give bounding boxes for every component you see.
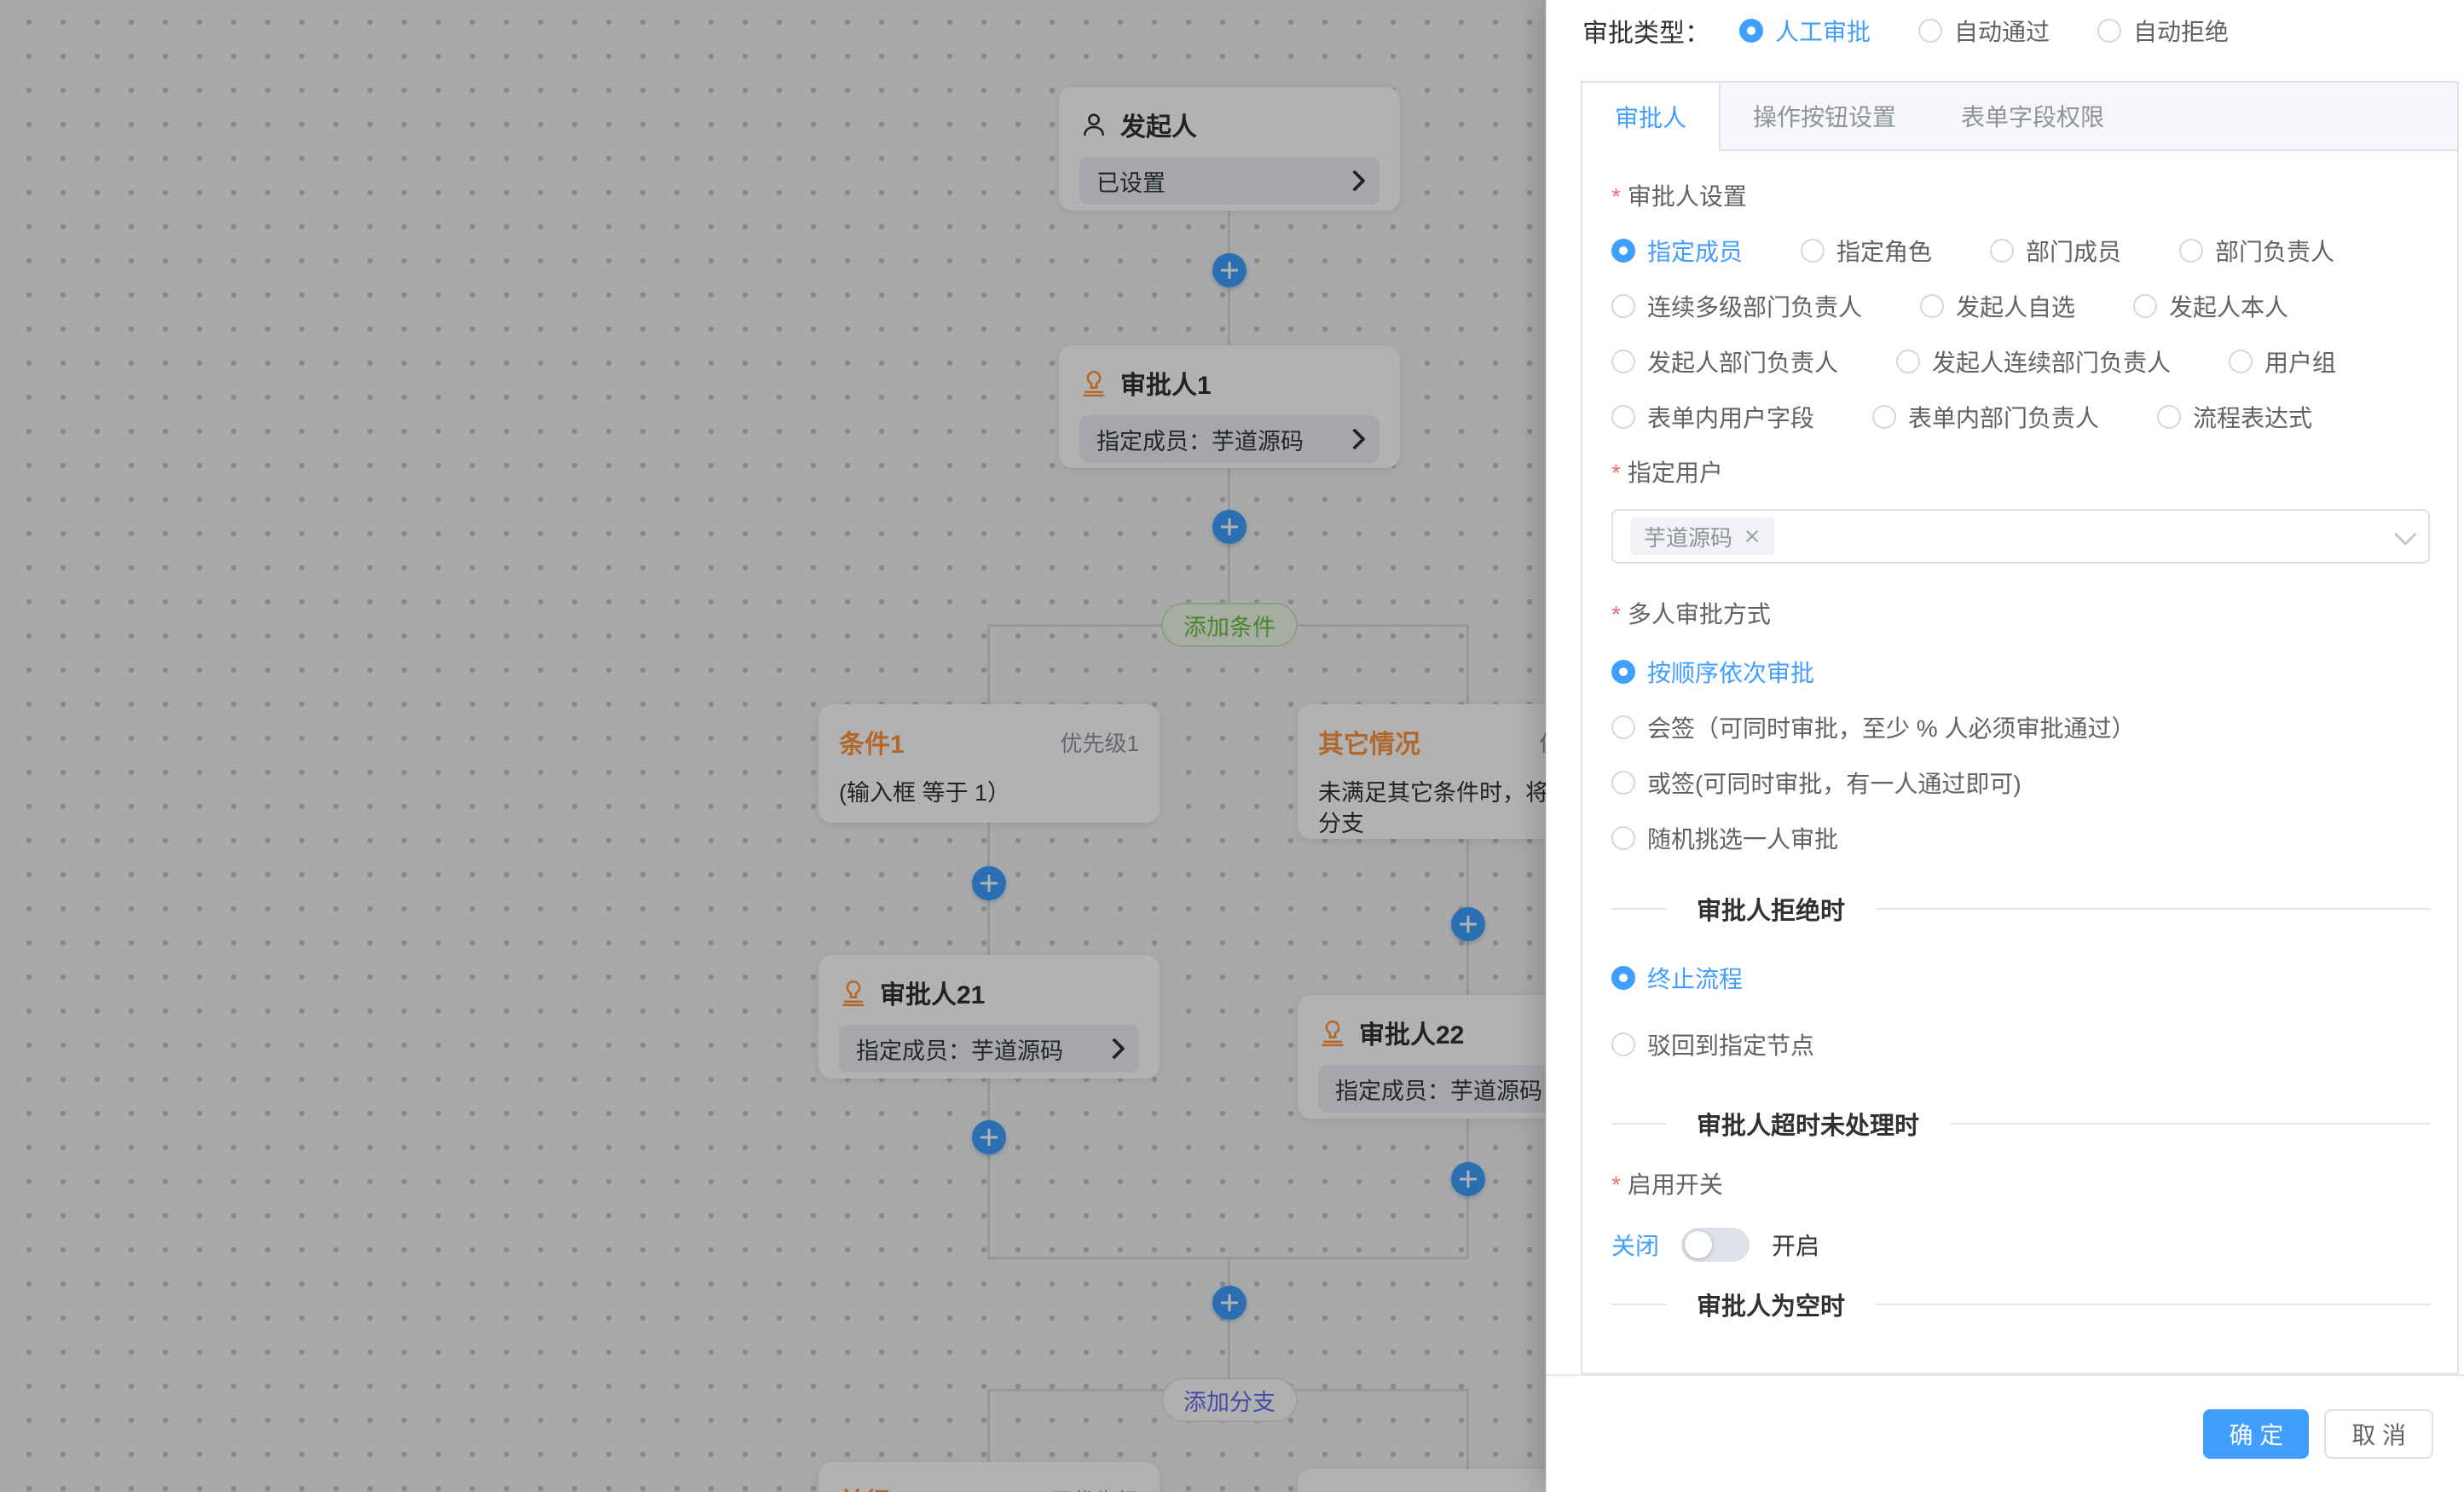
approver-settings-drawer: 审批类型： 人工审批 自动通过 自动拒绝 审批人 操作按钮设置	[1546, 0, 2464, 1492]
radio-icon	[1611, 350, 1635, 373]
radio-icon	[1611, 966, 1635, 990]
radio-sequential-approve[interactable]: 按顺序依次审批	[1611, 654, 2430, 690]
approver-setting-label: * 审批人设置	[1611, 180, 2430, 214]
radio-icon	[1611, 405, 1635, 429]
reject-section-divider: 审批人拒绝时	[1611, 892, 2430, 926]
tab-button-settings[interactable]: 操作按钮设置	[1721, 83, 1929, 149]
radio-form-user-field[interactable]: 表单内用户字段	[1611, 400, 1814, 434]
radio-icon	[1920, 294, 1944, 318]
radio-manual-approve[interactable]: 人工审批	[1739, 14, 1871, 48]
radio-auto-reject[interactable]: 自动拒绝	[2097, 14, 2229, 48]
remove-tag-icon[interactable]	[1743, 527, 1761, 546]
radio-icon	[1611, 1032, 1635, 1056]
chevron-down-icon	[2394, 523, 2417, 546]
radio-countersign[interactable]: 会签（可同时审批，至少 % 人必须审批通过）	[1611, 709, 2430, 745]
assign-user-select[interactable]: 芋道源码	[1611, 509, 2430, 564]
radio-icon	[2229, 350, 2253, 373]
switch-knob	[1685, 1231, 1712, 1258]
radio-icon	[1611, 826, 1635, 850]
radio-icon	[2097, 19, 2121, 43]
radio-starter-self[interactable]: 发起人本人	[2133, 289, 2288, 323]
settings-tabs: 审批人 操作按钮设置 表单字段权限 * 审批人设置 指定成员 指定角色	[1581, 81, 2459, 1374]
confirm-button[interactable]: 确 定	[2203, 1409, 2309, 1459]
approver-tab-pane[interactable]: * 审批人设置 指定成员 指定角色 部门成员 部门负责人	[1582, 151, 2457, 1327]
workflow-designer: 发起人 已设置 审批人1 指定成员：芋道源码 添	[0, 0, 2464, 1492]
radio-icon	[1801, 239, 1825, 263]
timeout-enable-switch[interactable]	[1681, 1228, 1750, 1262]
enable-switch-label: * 启用开关	[1611, 1168, 2430, 1202]
radio-dept-member[interactable]: 部门成员	[1990, 234, 2121, 268]
timeout-section-divider: 审批人超时未处理时	[1611, 1107, 2430, 1141]
radio-starter-multi-dept-leader[interactable]: 发起人连续部门负责人	[1896, 344, 2171, 379]
radio-icon	[1611, 660, 1635, 684]
radio-starter-dept-leader[interactable]: 发起人部门负责人	[1611, 344, 1838, 379]
radio-auto-pass[interactable]: 自动通过	[1918, 14, 2050, 48]
radio-form-dept-leader[interactable]: 表单内部门负责人	[1872, 400, 2099, 434]
multi-approve-label: * 多人审批方式	[1611, 598, 2430, 632]
radio-icon	[2179, 239, 2203, 263]
drawer-footer: 确 定 取 消	[1547, 1374, 2464, 1492]
radio-terminate-process[interactable]: 终止流程	[1611, 960, 2430, 996]
radio-icon	[1611, 239, 1635, 263]
switch-on-label: 开启	[1772, 1228, 1819, 1262]
selected-user-tag: 芋道源码	[1630, 518, 1775, 555]
radio-dept-leader[interactable]: 部门负责人	[2179, 234, 2334, 268]
tab-form-field-permission[interactable]: 表单字段权限	[1929, 83, 2137, 149]
tabs-header: 审批人 操作按钮设置 表单字段权限	[1582, 83, 2457, 151]
radio-icon	[2157, 405, 2181, 429]
radio-starter-select[interactable]: 发起人自选	[1920, 289, 2075, 323]
radio-multi-level-dept-leader[interactable]: 连续多级部门负责人	[1611, 289, 1862, 323]
radio-return-to-node[interactable]: 驳回到指定节点	[1611, 1026, 2430, 1062]
switch-off-label: 关闭	[1611, 1228, 1659, 1262]
radio-orsign[interactable]: 或签(可同时审批，有一人通过即可)	[1611, 765, 2430, 801]
radio-icon	[1611, 771, 1635, 795]
radio-icon	[1990, 239, 2014, 263]
radio-icon	[1739, 19, 1763, 43]
approve-type-row: 审批类型： 人工审批 自动通过 自动拒绝	[1582, 9, 2229, 53]
tab-approver[interactable]: 审批人	[1582, 83, 1721, 151]
assign-user-label: * 指定用户	[1611, 456, 2430, 490]
radio-assign-role[interactable]: 指定角色	[1801, 234, 1932, 268]
radio-icon	[1918, 19, 1942, 43]
approve-type-label: 审批类型：	[1582, 12, 1710, 49]
radio-icon	[1872, 405, 1896, 429]
radio-icon	[2133, 294, 2157, 318]
radio-user-group[interactable]: 用户组	[2229, 344, 2336, 379]
timeout-switch-row: 关闭 开启	[1611, 1224, 2430, 1265]
radio-icon	[1896, 350, 1920, 373]
empty-approver-divider: 审批人为空时	[1611, 1287, 2430, 1321]
radio-icon	[1611, 294, 1635, 318]
radio-random-one[interactable]: 随机挑选一人审批	[1611, 820, 2430, 856]
radio-process-expression[interactable]: 流程表达式	[2157, 400, 2312, 434]
radio-icon	[1611, 715, 1635, 739]
radio-assign-member[interactable]: 指定成员	[1611, 234, 1743, 268]
cancel-button[interactable]: 取 消	[2324, 1409, 2433, 1459]
